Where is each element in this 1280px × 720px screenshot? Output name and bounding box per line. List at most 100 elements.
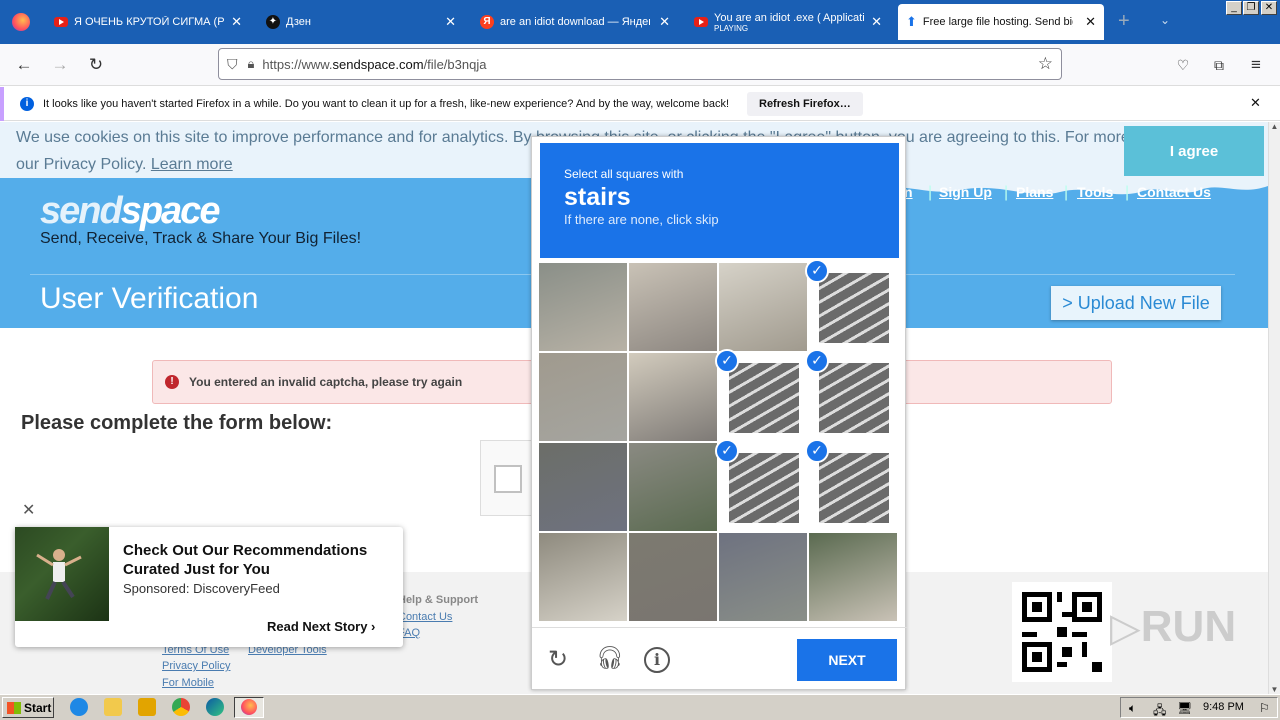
firefox-taskbar-button[interactable] xyxy=(234,697,264,718)
footer-link-mobile[interactable]: For Mobile xyxy=(162,677,214,689)
tab-dzen[interactable]: ✦ Дзен ✕ xyxy=(258,4,464,40)
taskbar: Start 🔈︎ 🖧 🖥︎ 9:48 PM ⚐ xyxy=(0,694,1280,720)
restore-button[interactable]: ❐ xyxy=(1243,1,1259,15)
captcha-tile[interactable] xyxy=(719,533,807,621)
info-icon[interactable]: i xyxy=(644,647,670,673)
ad-title[interactable]: Check Out Our Recommendations Curated Ju… xyxy=(123,541,393,579)
close-icon[interactable]: ✕ xyxy=(871,14,882,30)
captcha-tile[interactable] xyxy=(539,353,627,441)
edge-icon[interactable] xyxy=(206,698,224,716)
network-icon[interactable]: 🖧 xyxy=(1153,701,1166,720)
page-title: User Verification xyxy=(40,282,259,315)
hamburger-menu-icon[interactable]: ≡ xyxy=(1243,52,1269,78)
url-text: https://www.sendspace.com/file/b3nqja xyxy=(262,56,487,72)
recaptcha-checkbox[interactable] xyxy=(494,465,522,493)
tab-sendspace[interactable]: ⬆ Free large file hosting. Send big ✕ xyxy=(898,4,1104,40)
captcha-tile[interactable] xyxy=(629,443,717,531)
reload-icon[interactable]: ↻ xyxy=(83,52,109,78)
tab-title: You are an idiot .exe ( Application xyxy=(714,11,864,24)
read-next-story-link[interactable]: Read Next Story › xyxy=(267,619,375,634)
forward-arrow-icon[interactable]: → xyxy=(47,52,73,78)
media-player-icon[interactable] xyxy=(138,698,156,716)
tab-idiot[interactable]: You are an idiot .exe ( Application PLAY… xyxy=(686,4,890,40)
firefox-menu-icon[interactable] xyxy=(12,13,30,31)
next-button[interactable]: NEXT xyxy=(797,639,897,681)
close-icon[interactable]: ✕ xyxy=(1085,14,1096,30)
checkmark-icon: ✓ xyxy=(805,439,829,463)
nav-bar: ← → ↻ ⛉ 🔒︎ https://www.sendspace.com/fil… xyxy=(0,44,1280,86)
url-bar[interactable]: ⛉ 🔒︎ https://www.sendspace.com/file/b3nq… xyxy=(218,48,1062,80)
clock[interactable]: 9:48 PM xyxy=(1203,701,1244,713)
captcha-tile[interactable] xyxy=(539,533,627,621)
sendspace-icon: ⬆ xyxy=(906,14,917,29)
close-icon[interactable]: ✕ xyxy=(1250,95,1261,111)
captcha-tile[interactable] xyxy=(629,353,717,441)
start-button[interactable]: Start xyxy=(2,697,54,718)
extensions-icon[interactable]: ⧉ xyxy=(1206,52,1232,78)
ad-close-icon[interactable]: ✕ xyxy=(22,500,35,520)
captcha-instruction: Select all squares with xyxy=(564,167,684,181)
captcha-tile[interactable] xyxy=(539,443,627,531)
ie-icon[interactable] xyxy=(70,698,88,716)
captcha-grid: ✓ ✓ ✓ ✓ ✓ xyxy=(539,259,899,623)
captcha-tile[interactable] xyxy=(809,533,897,621)
chrome-icon[interactable] xyxy=(172,698,190,716)
i-agree-button[interactable]: I agree xyxy=(1124,126,1264,176)
close-icon[interactable]: ✕ xyxy=(445,14,456,30)
back-arrow-icon[interactable]: ← xyxy=(11,52,37,78)
tab-yandex[interactable]: Я are an idiot download — Яндекс ✕ xyxy=(472,4,678,40)
captcha-tile[interactable]: ✓ xyxy=(805,349,897,441)
firefox-notification-bar: i It looks like you haven't started Fire… xyxy=(0,87,1280,121)
shield-icon[interactable]: ⛉ xyxy=(227,56,238,73)
info-icon: i xyxy=(20,96,34,111)
footer-link-contact[interactable]: Contact Us xyxy=(398,611,452,623)
checkmark-icon: ✓ xyxy=(805,259,829,283)
chevron-down-icon[interactable]: ⌄ xyxy=(1160,13,1170,27)
nav-link-plans[interactable]: Plans xyxy=(1016,184,1053,200)
new-tab-button[interactable]: + xyxy=(1118,10,1130,33)
nav-link-tools[interactable]: Tools xyxy=(1077,184,1113,200)
windows-logo-icon xyxy=(7,701,21,714)
pocket-icon[interactable]: ♡ xyxy=(1170,52,1196,78)
captcha-tile[interactable] xyxy=(629,263,717,351)
checkmark-icon: ✓ xyxy=(805,349,829,373)
tab-sigma[interactable]: Я ОЧЕНЬ КРУТОЙ СИГМА (РНС ✕ xyxy=(46,4,250,40)
checkmark-icon: ✓ xyxy=(715,349,739,373)
captcha-tile[interactable] xyxy=(629,533,717,621)
footer-link-privacy[interactable]: Privacy Policy xyxy=(162,660,230,672)
learn-more-link[interactable]: Learn more xyxy=(151,156,233,173)
star-icon[interactable]: ☆ xyxy=(1038,54,1053,74)
sendspace-logo[interactable]: sendspace xyxy=(40,190,220,233)
captcha-tile[interactable] xyxy=(719,263,807,351)
captcha-tile[interactable]: ✓ xyxy=(805,439,897,531)
checkmark-icon: ✓ xyxy=(715,439,739,463)
tab-title: are an idiot download — Яндекс xyxy=(500,16,650,28)
folder-icon[interactable] xyxy=(104,698,122,716)
monitor-icon[interactable]: 🖥︎ xyxy=(1177,701,1192,715)
nav-link-contact[interactable]: Contact Us xyxy=(1137,184,1211,200)
captcha-tile[interactable]: ✓ xyxy=(715,349,807,441)
captcha-tile[interactable]: ✓ xyxy=(805,259,897,351)
ad-sponsor: Sponsored: DiscoveryFeed xyxy=(123,581,280,596)
captcha-tile[interactable] xyxy=(539,263,627,351)
notification-text: It looks like you haven't started Firefo… xyxy=(43,97,730,110)
flag-icon[interactable]: ⚐ xyxy=(1259,701,1270,715)
window-close-button[interactable]: ✕ xyxy=(1261,1,1277,15)
refresh-firefox-button[interactable]: Refresh Firefox… xyxy=(747,92,863,116)
headphones-icon[interactable]: 🎧︎ xyxy=(596,645,624,671)
page-scrollbar[interactable]: ▲ ▼ xyxy=(1268,122,1280,694)
captcha-tile[interactable]: ✓ xyxy=(715,439,807,531)
speaker-icon[interactable]: 🔈︎ xyxy=(1129,701,1136,716)
nav-link-signup[interactable]: Sign Up xyxy=(939,184,992,200)
sponsored-ad[interactable]: Check Out Our Recommendations Curated Ju… xyxy=(15,527,403,647)
footer-help-title: Help & Support xyxy=(398,594,479,606)
error-icon: ! xyxy=(165,375,179,389)
qr-code-image xyxy=(1022,592,1102,672)
lock-icon[interactable]: 🔒︎ xyxy=(248,56,255,72)
upload-new-file-button[interactable]: > Upload New File xyxy=(1051,286,1221,320)
minimize-button[interactable]: _ xyxy=(1226,1,1242,15)
tab-title: Free large file hosting. Send big xyxy=(922,16,1073,28)
close-icon[interactable]: ✕ xyxy=(659,14,670,30)
reload-icon[interactable]: ↻ xyxy=(548,645,568,674)
close-icon[interactable]: ✕ xyxy=(231,14,242,30)
